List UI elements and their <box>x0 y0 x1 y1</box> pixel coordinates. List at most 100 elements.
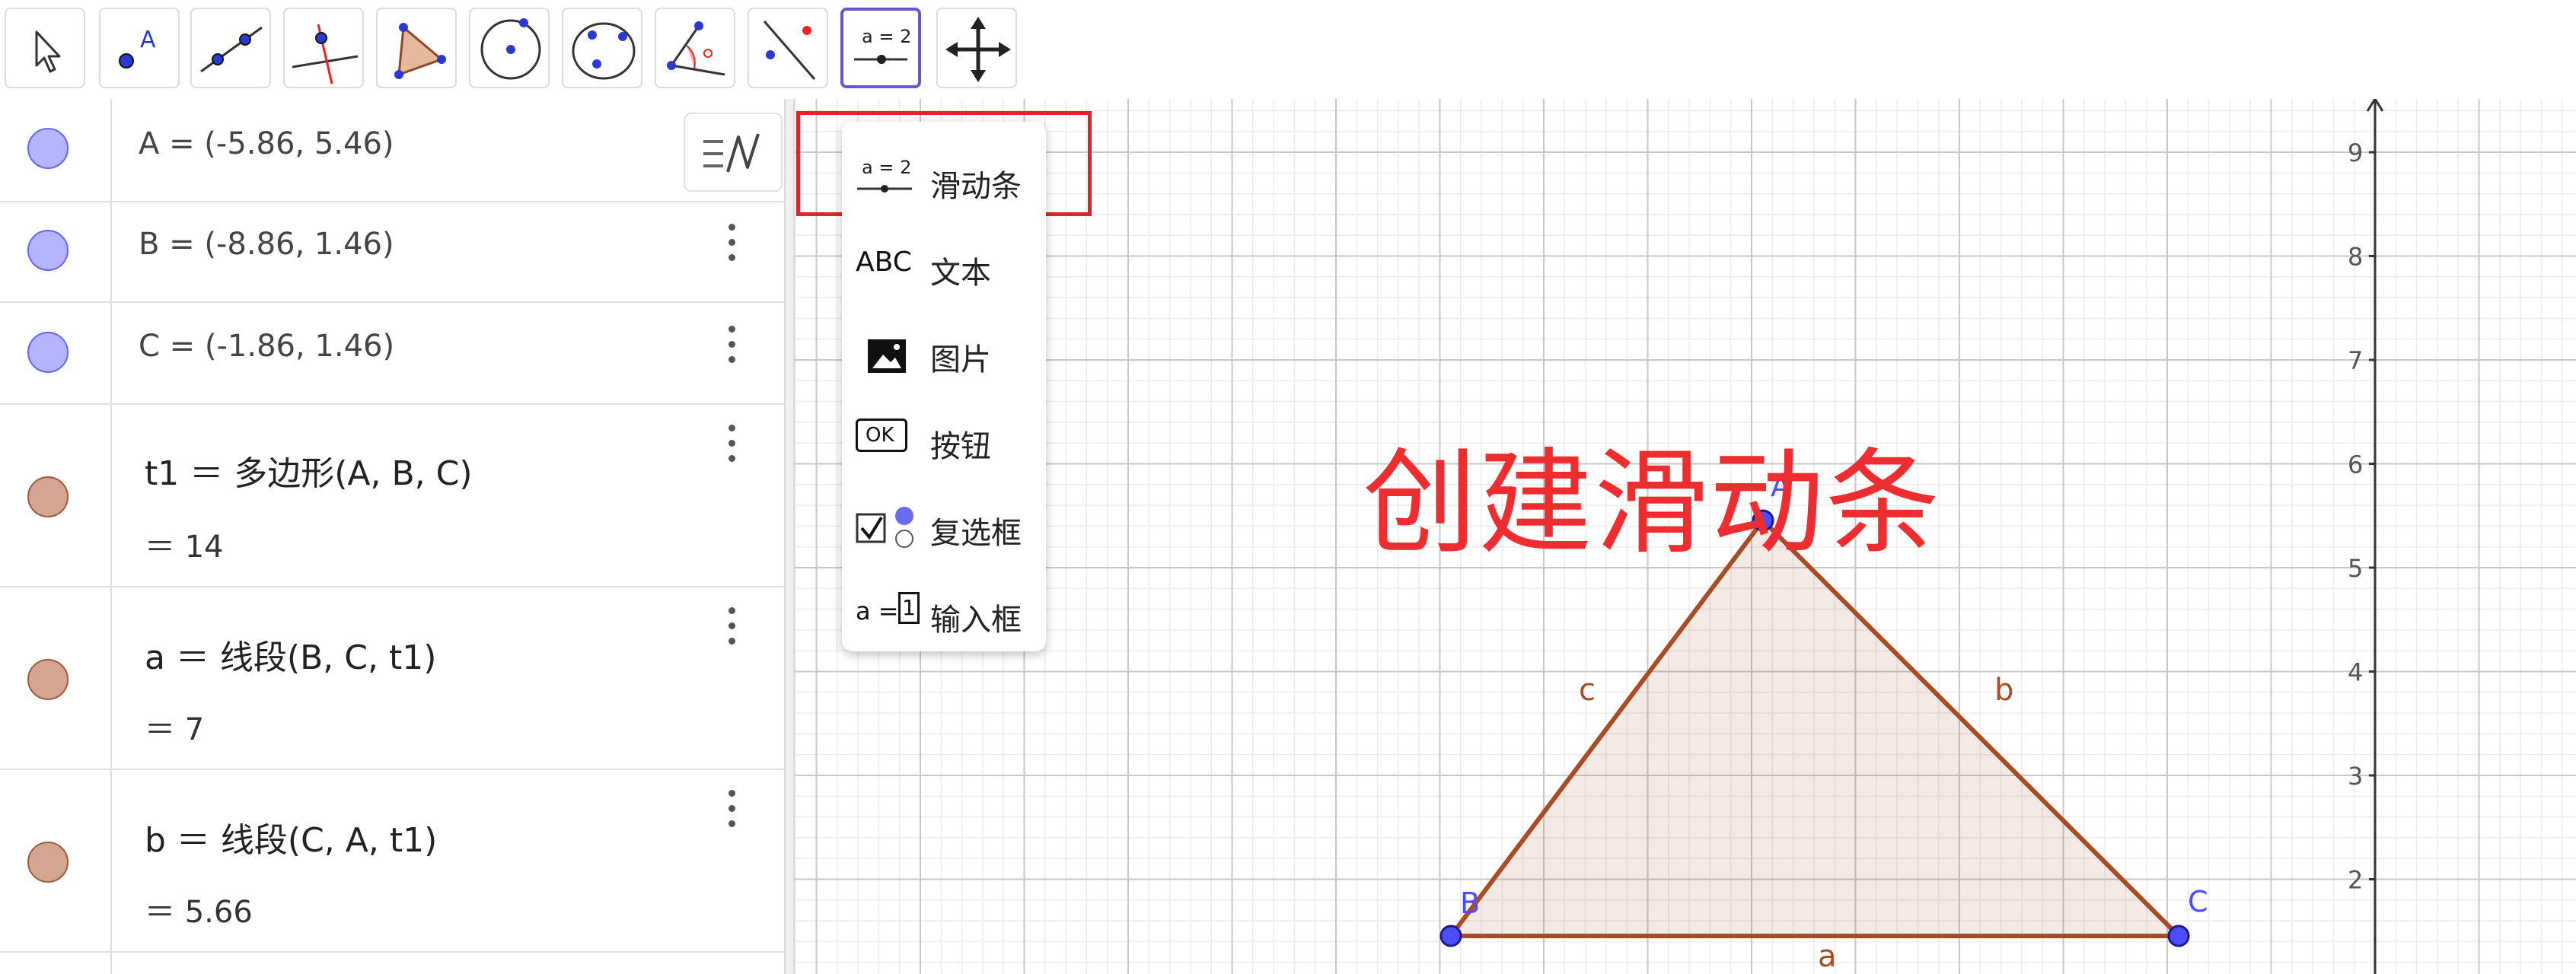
point-label-C: C <box>2188 885 2208 918</box>
y-tick-label: 5 <box>2348 554 2363 583</box>
algebra-row-b[interactable]: b ＝ 线段(C, A, t1) ＝ 5.66 <box>0 769 784 953</box>
more-options-icon[interactable] <box>720 604 743 665</box>
visibility-toggle[interactable] <box>27 659 69 700</box>
algebra-input-row[interactable] <box>0 951 784 974</box>
menu-item-label: 按钮 <box>930 429 991 464</box>
tool-dropdown-menu: a = 2 滑动条 ABC 文本 图片 OK 按钮 复选框 a = 1 输入框 <box>842 122 1046 651</box>
ok-button-icon: OK <box>856 419 907 452</box>
slider-tool-button[interactable]: a = 2 <box>840 8 921 88</box>
style-bar-toggle-button[interactable] <box>684 113 783 192</box>
algebra-definition[interactable]: C = (-1.86, 1.46) <box>139 329 394 364</box>
svg-text:A: A <box>140 27 156 53</box>
annotation-title: 创建滑动条 <box>1363 438 1942 570</box>
y-tick-label: 9 <box>2348 138 2363 167</box>
more-options-icon[interactable] <box>720 422 743 482</box>
algebra-row-A[interactable]: A = (-5.86, 5.46) <box>0 99 784 202</box>
move-arrows-icon <box>945 17 1011 82</box>
menu-item-image[interactable]: 图片 <box>842 309 1046 393</box>
menu-item-button[interactable]: OK 按钮 <box>842 396 1046 479</box>
point-C[interactable] <box>2167 925 2190 947</box>
row-divider <box>110 301 112 403</box>
algebra-definition[interactable]: A = (-5.86, 5.46) <box>139 126 394 161</box>
image-icon <box>868 339 906 373</box>
point-label-B: B <box>1460 886 1480 920</box>
row-divider <box>110 99 112 201</box>
algebra-value: ＝ 14 <box>145 530 224 565</box>
text-abc-icon: ABC <box>856 247 912 278</box>
y-tick-label: 4 <box>2348 658 2363 687</box>
input-box-icon: a = <box>856 597 899 625</box>
algebra-value: ＝ 5.66 <box>145 895 253 930</box>
y-tick-label: 6 <box>2348 450 2363 479</box>
menu-item-text[interactable]: ABC 文本 <box>842 222 1046 306</box>
y-tick-label: 7 <box>2348 346 2363 375</box>
polygon-t1[interactable] <box>1451 520 2179 936</box>
angle-icon <box>667 21 725 76</box>
algebra-view: A = (-5.86, 5.46) B = (-8.86, 1.46) C = … <box>0 99 784 974</box>
visibility-toggle[interactable] <box>27 230 69 271</box>
row-divider <box>110 951 112 974</box>
svg-text:a = 2: a = 2 <box>862 157 911 178</box>
algebra-row-B[interactable]: B = (-8.86, 1.46) <box>0 201 784 303</box>
row-divider <box>110 586 112 769</box>
algebra-row-t1[interactable]: t1 ＝ 多边形(A, B, C) ＝ 14 <box>0 403 784 587</box>
move-tool-button[interactable] <box>5 8 85 88</box>
menu-item-label: 复选框 <box>930 516 1022 551</box>
input-box-value-icon: 1 <box>898 592 920 624</box>
menu-item-label: 图片 <box>930 342 991 377</box>
row-divider <box>110 403 112 586</box>
algebra-value: ＝ 7 <box>145 712 205 747</box>
visibility-toggle[interactable] <box>27 332 69 373</box>
polygon-tool-button[interactable] <box>376 8 457 88</box>
menu-item-inputbox[interactable]: a = 1 输入框 <box>842 569 1046 653</box>
reflect-tool-button[interactable] <box>748 8 828 88</box>
algebra-graph-icon <box>703 133 760 173</box>
algebra-definition[interactable]: t1 ＝ 多边形(A, B, C) <box>145 446 473 495</box>
slider-icon: a = 2 <box>854 26 911 64</box>
point-tool-button[interactable]: A <box>99 8 180 88</box>
more-options-icon[interactable] <box>720 787 743 848</box>
point-icon: A <box>119 27 156 68</box>
algebra-definition[interactable]: a ＝ 线段(B, C, t1) <box>145 630 436 679</box>
circle-tool-button[interactable] <box>469 8 550 88</box>
y-tick-label: 2 <box>2348 866 2363 895</box>
algebra-definition[interactable]: b ＝ 线段(C, A, t1) <box>145 813 437 861</box>
svg-text:a = 2: a = 2 <box>862 26 911 47</box>
point-B[interactable] <box>1439 925 1462 947</box>
polygon-icon <box>394 23 446 79</box>
menu-item-label: 滑动条 <box>930 169 1022 204</box>
menu-item-label: 文本 <box>930 256 991 291</box>
row-divider <box>110 201 112 301</box>
cursor-arrow-icon <box>35 30 61 73</box>
more-options-icon[interactable] <box>720 323 743 384</box>
angle-tool-button[interactable] <box>655 8 735 88</box>
menu-item-checkbox[interactable]: 复选框 <box>842 482 1046 566</box>
circle-center-icon <box>480 18 541 80</box>
reflect-line-icon <box>763 21 816 80</box>
more-options-icon[interactable] <box>720 221 743 282</box>
perpendicular-line-tool-button[interactable] <box>283 8 364 88</box>
visibility-toggle[interactable] <box>27 842 69 883</box>
segment-label-c: c <box>1579 673 1596 708</box>
algebra-row-a[interactable]: a ＝ 线段(B, C, t1) ＝ 7 <box>0 586 784 770</box>
algebra-row-C[interactable]: C = (-1.86, 1.46) <box>0 301 784 405</box>
line-icon <box>200 26 263 73</box>
algebra-definition[interactable]: B = (-8.86, 1.46) <box>139 227 394 262</box>
panel-splitter[interactable] <box>784 99 795 974</box>
visibility-toggle[interactable] <box>27 476 69 517</box>
menu-item-slider[interactable]: a = 2 滑动条 <box>842 135 1046 219</box>
circle-three-points-tool-button[interactable] <box>562 8 642 88</box>
menu-item-label: 输入框 <box>930 603 1022 638</box>
move-graphics-view-tool-button[interactable] <box>936 8 1017 88</box>
circle-three-points-icon <box>572 22 636 80</box>
line-tool-button[interactable] <box>190 8 271 88</box>
y-tick-label: 3 <box>2348 762 2363 791</box>
visibility-toggle[interactable] <box>27 128 69 169</box>
perpendicular-line-icon <box>292 24 359 84</box>
row-divider <box>110 769 112 951</box>
slider-icon: a = 2 <box>857 157 912 193</box>
toolbar: A a = 2 <box>0 0 2576 99</box>
y-tick-label: 8 <box>2348 243 2363 272</box>
checkbox-icon <box>856 507 913 548</box>
segment-label-a: a <box>1818 939 1837 974</box>
